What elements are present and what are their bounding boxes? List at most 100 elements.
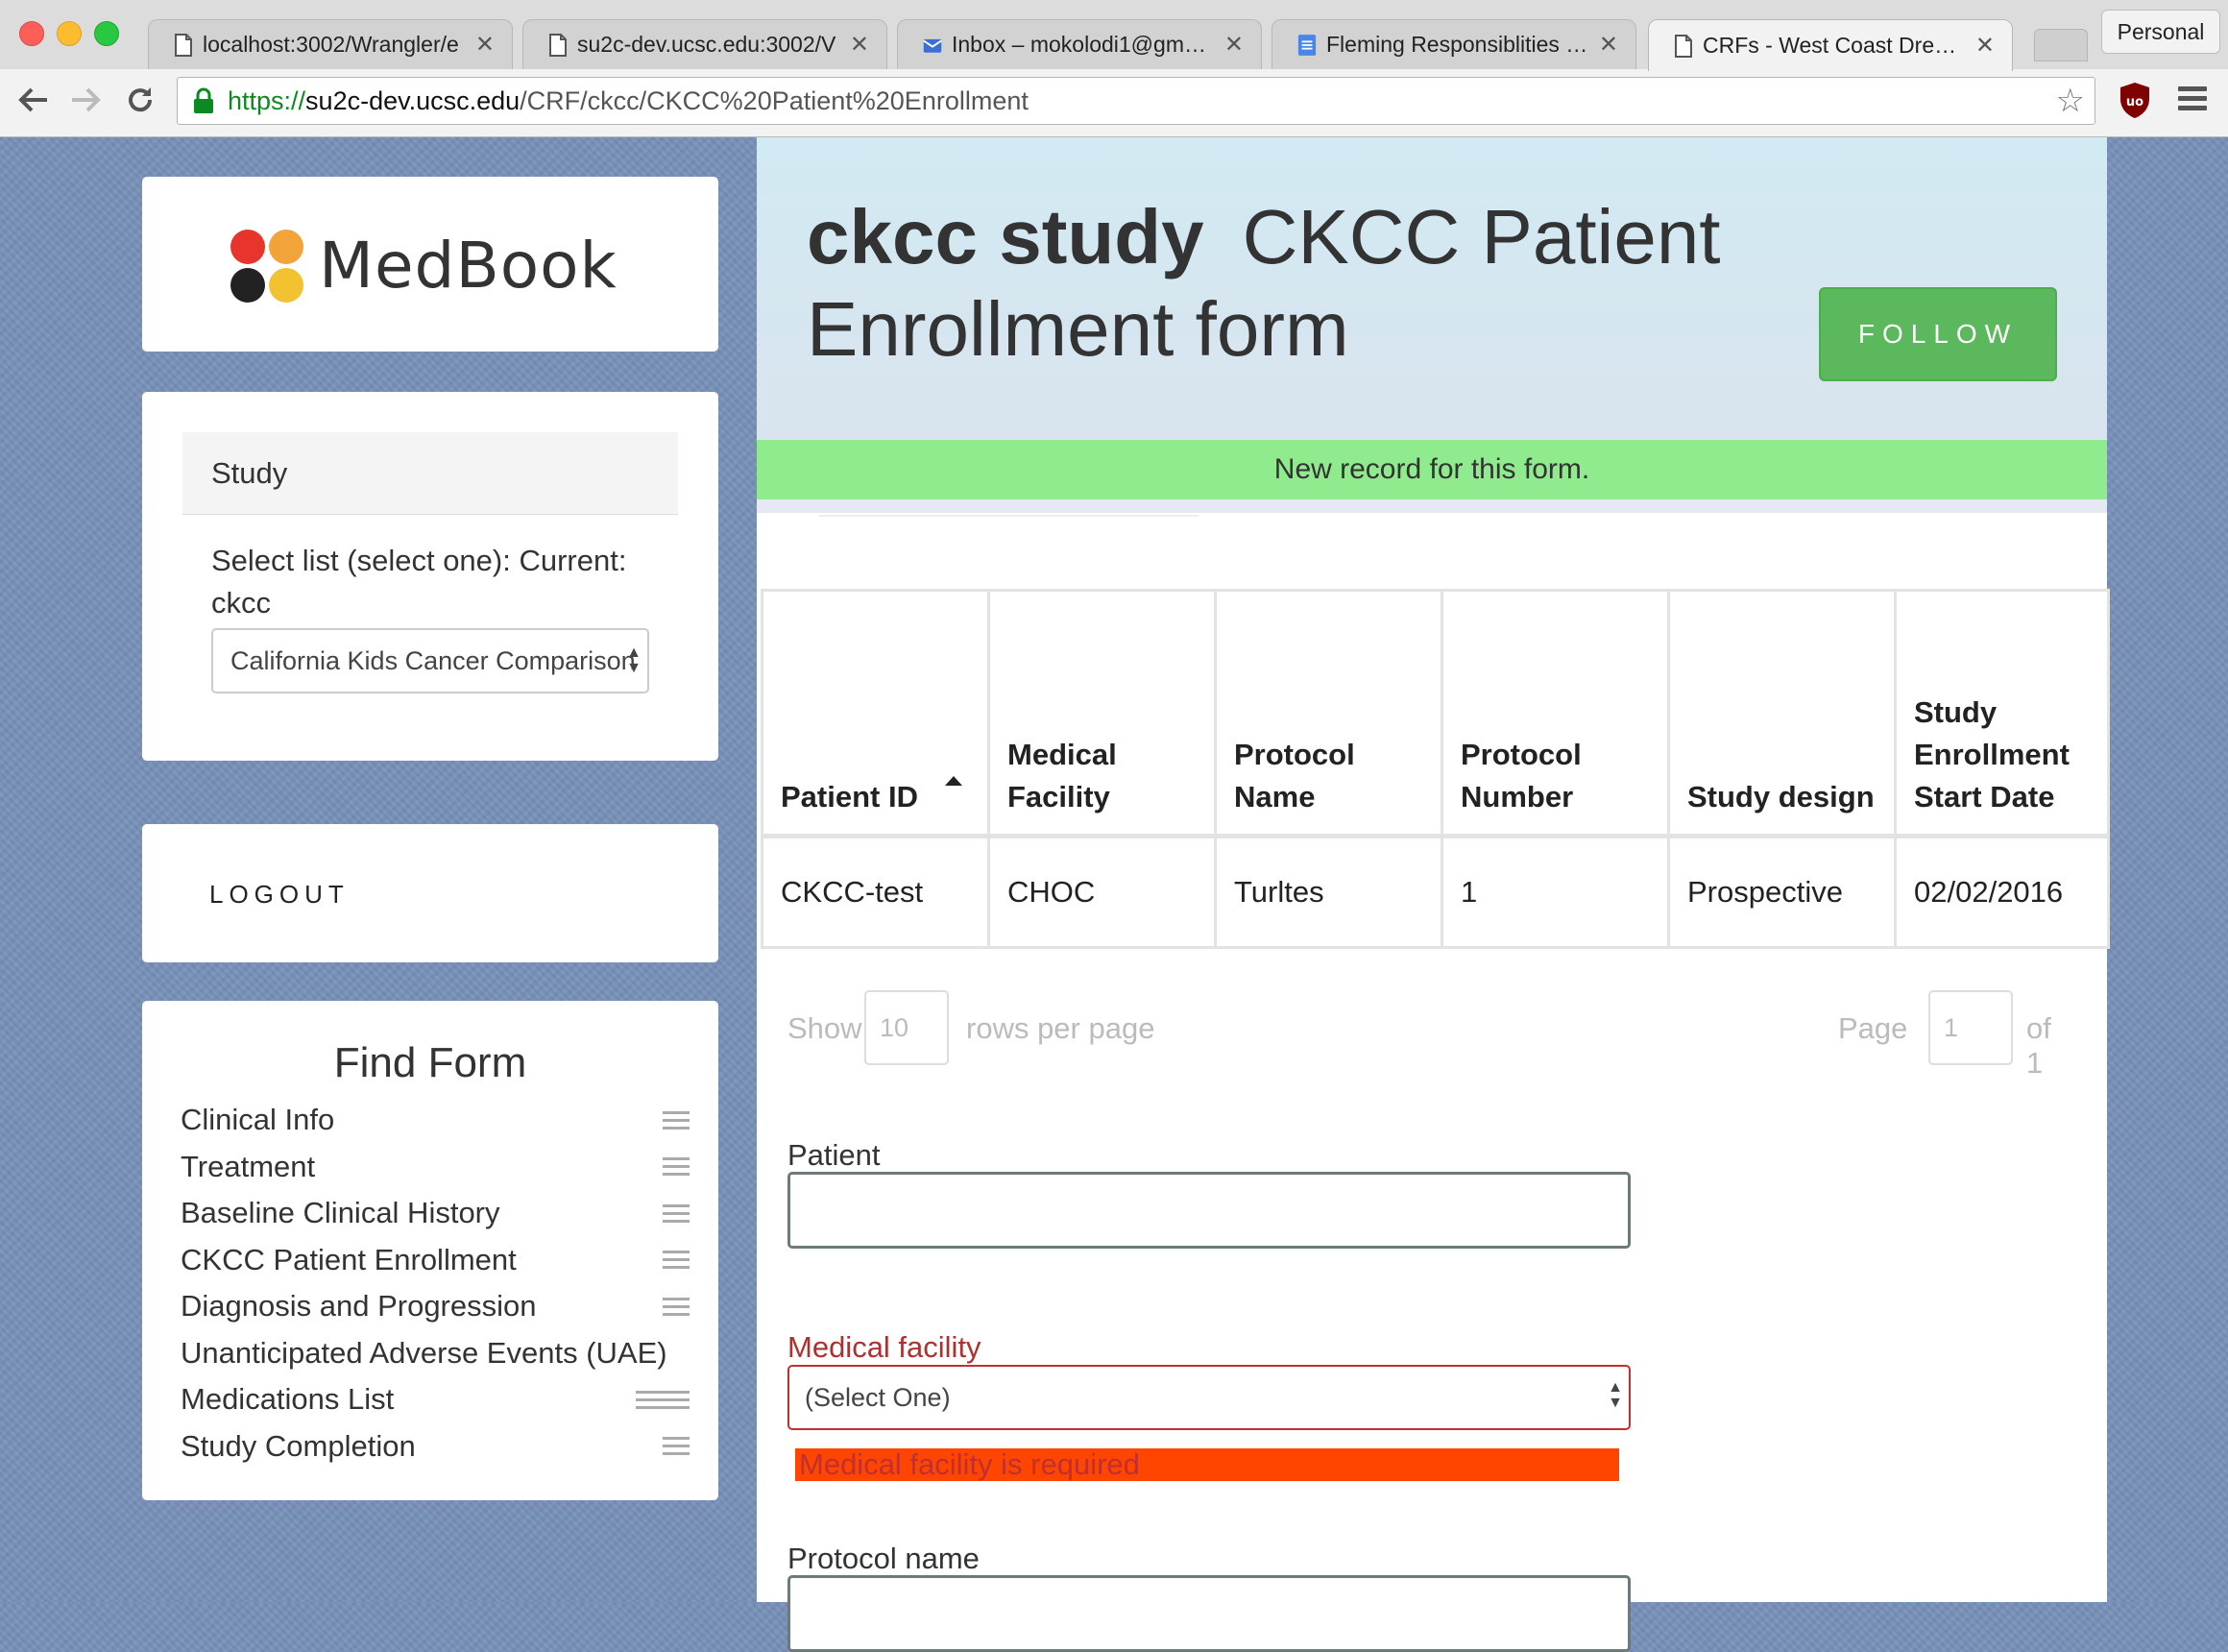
docs-icon <box>1297 33 1317 58</box>
close-tab-icon[interactable]: ✕ <box>1975 32 1995 60</box>
find-form-list: Clinical Info Treatment Baseline Clinica… <box>181 1097 690 1470</box>
zoom-window-button[interactable] <box>94 21 119 46</box>
form-link[interactable]: Study Completion <box>181 1429 416 1464</box>
new-tab-button[interactable] <box>2034 29 2088 61</box>
drag-handle-icon[interactable] <box>663 1203 690 1223</box>
table-row[interactable]: CKCC-test CHOC Turltes 1 Prospective 02/… <box>761 835 2110 949</box>
column-header-protocol-name[interactable]: Protocol Name <box>1214 589 1443 838</box>
drag-handle-icon[interactable] <box>663 1297 690 1316</box>
form-link[interactable]: Unanticipated Adverse Events (UAE) <box>181 1336 667 1371</box>
form-link[interactable]: Medications List <box>181 1382 394 1417</box>
follow-button[interactable]: FOLLOW <box>1819 287 2057 381</box>
inbox-icon <box>923 33 942 58</box>
url-host: su2c-dev.ucsc.edu <box>305 85 521 115</box>
medbook-logo[interactable]: MedBook <box>230 229 618 303</box>
document-icon <box>1674 34 1693 59</box>
protocol-name-input[interactable] <box>787 1575 1631 1652</box>
table-pager: Show 10 rows per page Page 1 of 1 <box>787 990 2074 1080</box>
pager-show-label: Show <box>787 1011 862 1045</box>
browser-tab-1[interactable]: localhost:3002/Wrangler/e ✕ <box>148 19 513 69</box>
find-form-title: Find Form <box>333 1039 527 1086</box>
form-link[interactable]: CKCC Patient Enrollment <box>181 1243 517 1277</box>
pager-of-label: of 1 <box>2026 1011 2051 1080</box>
form-list-item[interactable]: CKCC Patient Enrollment <box>181 1237 690 1284</box>
document-icon <box>174 33 193 58</box>
form-list-item[interactable]: Study Completion <box>181 1423 690 1470</box>
url-scheme: https:// <box>228 85 306 115</box>
divider-line <box>818 515 1199 517</box>
browser-menu-icon[interactable] <box>2178 86 2207 113</box>
form-list-item[interactable]: Unanticipated Adverse Events (UAE) <box>181 1330 690 1377</box>
browser-chrome: localhost:3002/Wrangler/e ✕ su2c-dev.ucs… <box>0 0 2228 137</box>
table-cell: 02/02/2016 <box>1894 835 2110 949</box>
study-name: ckcc study <box>807 194 1204 279</box>
drag-handle-icon[interactable] <box>636 1390 690 1409</box>
svg-text:uo: uo <box>2126 95 2143 109</box>
column-header-enrollment-start-date[interactable]: Study Enrollment Start Date <box>1894 589 2110 838</box>
page-header: ckcc study CKCC Patient Enrollment form F… <box>757 137 2107 440</box>
patient-input[interactable] <box>787 1172 1631 1249</box>
logo-text: MedBook <box>319 229 618 303</box>
back-arrow-icon[interactable] <box>13 81 52 119</box>
table-header-row: Patient ID Medical Facility Protocol Nam… <box>761 589 2110 838</box>
medbook-logo-mark <box>230 229 303 303</box>
browser-tab-3[interactable]: Inbox – mokolodi1@gmail.c ✕ <box>897 19 1262 69</box>
logout-button[interactable]: LOGOUT <box>209 880 350 910</box>
form-link[interactable]: Baseline Clinical History <box>181 1196 500 1230</box>
table-cell: Prospective <box>1667 835 1897 949</box>
form-link[interactable]: Treatment <box>181 1150 315 1184</box>
status-notice: New record for this form. <box>757 440 2107 499</box>
ublock-icon[interactable]: uo <box>2119 81 2151 119</box>
column-label: Patient ID <box>781 780 918 814</box>
records-table: Patient ID Medical Facility Protocol Nam… <box>761 589 2110 949</box>
table-cell: CHOC <box>987 835 1217 949</box>
close-tab-icon[interactable]: ✕ <box>1599 31 1618 59</box>
profile-button[interactable]: Personal <box>2101 10 2220 54</box>
tab-title: localhost:3002/Wrangler/e <box>203 32 459 57</box>
medical-facility-error: Medical facility is required <box>795 1448 1619 1481</box>
bookmark-star-icon[interactable]: ☆ <box>2056 84 2085 118</box>
reload-icon[interactable] <box>121 81 159 119</box>
form-list-item[interactable]: Treatment <box>181 1144 690 1191</box>
logout-card: LOGOUT <box>142 824 718 962</box>
divider-band <box>757 499 2107 513</box>
drag-handle-icon[interactable] <box>663 1110 690 1130</box>
browser-tab-active[interactable]: CRFs - West Coast Dream T ✕ <box>1648 19 2013 71</box>
form-link[interactable]: Diagnosis and Progression <box>181 1289 537 1324</box>
pager-page-label: Page <box>1838 1011 1908 1045</box>
minimize-window-button[interactable] <box>57 21 82 46</box>
form-list-item[interactable]: Clinical Info <box>181 1097 690 1144</box>
column-header-study-design[interactable]: Study design <box>1667 589 1897 838</box>
forward-arrow-icon[interactable] <box>67 81 106 119</box>
logo-dot <box>269 267 303 303</box>
form-list-item[interactable]: Baseline Clinical History <box>181 1190 690 1237</box>
page-number-input[interactable]: 1 <box>1928 990 2013 1065</box>
browser-tab-2[interactable]: su2c-dev.ucsc.edu:3002/V ✕ <box>522 19 887 69</box>
rows-per-page-input[interactable]: 10 <box>864 990 949 1065</box>
sort-ascending-icon <box>944 776 962 786</box>
column-header-protocol-number[interactable]: Protocol Number <box>1441 589 1670 838</box>
close-window-button[interactable] <box>19 21 44 46</box>
tab-title: Inbox – mokolodi1@gmail.c <box>952 32 1217 57</box>
form-list-item[interactable]: Medications List <box>181 1376 690 1423</box>
find-form-card: Find Form Clinical Info Treatment Baseli… <box>142 1001 718 1500</box>
select-arrows-icon: ▲ ▼ <box>626 644 642 676</box>
tab-strip: localhost:3002/Wrangler/e ✕ su2c-dev.ucs… <box>0 0 2228 71</box>
address-bar[interactable]: https://su2c-dev.ucsc.edu/CRF/ckcc/CKCC%… <box>177 77 2095 125</box>
medical-facility-select[interactable]: (Select One) ▲ ▼ <box>787 1365 1631 1430</box>
drag-handle-icon[interactable] <box>663 1437 690 1456</box>
column-header-medical-facility[interactable]: Medical Facility <box>987 589 1217 838</box>
drag-handle-icon[interactable] <box>663 1251 690 1270</box>
lock-icon <box>193 87 214 114</box>
form-list-item[interactable]: Diagnosis and Progression <box>181 1283 690 1330</box>
form-link[interactable]: Clinical Info <box>181 1103 334 1137</box>
browser-tab-4[interactable]: Fleming Responsiblities - G ✕ <box>1271 19 1636 69</box>
column-header-patient-id[interactable]: Patient ID <box>761 589 990 838</box>
close-tab-icon[interactable]: ✕ <box>850 31 869 59</box>
close-tab-icon[interactable]: ✕ <box>1224 31 1244 59</box>
browser-toolbar: https://su2c-dev.ucsc.edu/CRF/ckcc/CKCC%… <box>0 69 2228 137</box>
study-heading: Study <box>182 432 678 515</box>
study-select[interactable]: California Kids Cancer Comparison ▲ ▼ <box>211 628 649 693</box>
close-tab-icon[interactable]: ✕ <box>475 31 495 59</box>
drag-handle-icon[interactable] <box>663 1157 690 1177</box>
